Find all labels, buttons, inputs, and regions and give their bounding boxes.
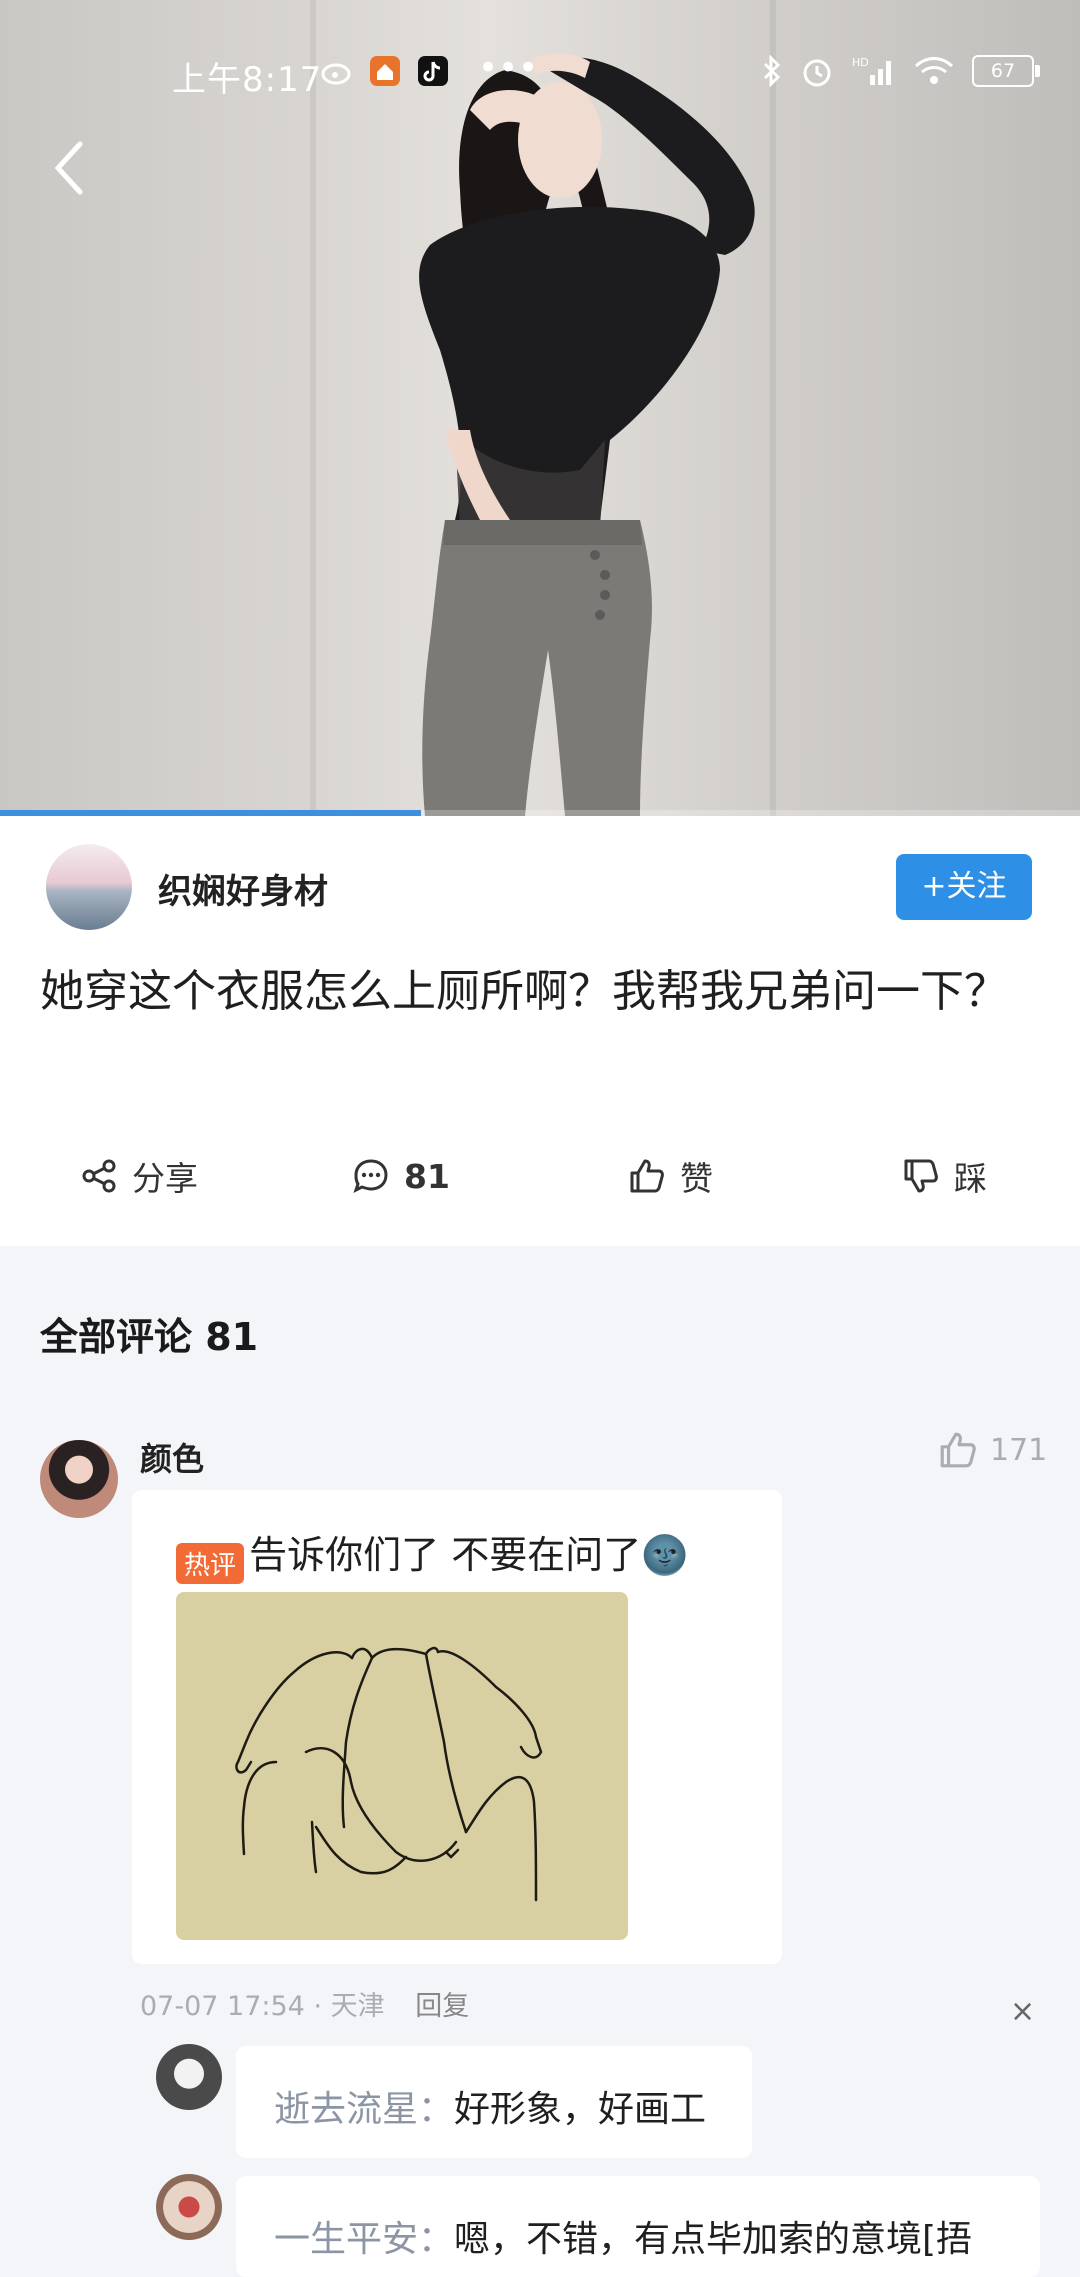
tiktok-icon	[418, 56, 448, 86]
bluetooth-icon	[763, 55, 781, 87]
reply-text: 好形象，好画工	[454, 2089, 707, 2130]
alarm-icon	[803, 59, 831, 87]
comment-like-button[interactable]: 171	[938, 1430, 1047, 1470]
comment-meta: 07-07 17:54 · 天津 回复	[140, 1984, 469, 2023]
like-label: 赞	[680, 1159, 713, 1198]
comment-icon	[353, 1159, 388, 1193]
signal-icon: HD	[852, 56, 891, 85]
reply-author: 一生平安：	[274, 2219, 455, 2260]
status-time: 上午8:17	[172, 60, 323, 100]
reply-content: 一生平安：嗯，不错，有点毕加索的意境[捂	[274, 2210, 972, 2262]
hot-comment-tag: 热评	[176, 1543, 245, 1584]
like-button[interactable]: 赞	[628, 1140, 713, 1212]
reply-text: 嗯，不错，有点毕加索的意境[捂	[454, 2219, 973, 2260]
weibo-icon	[321, 63, 351, 85]
comment-sketch-image	[235, 1646, 543, 1902]
comment-count: 81	[404, 1156, 450, 1196]
comment-image[interactable]	[176, 1592, 628, 1940]
close-icon[interactable]: ×	[1010, 1994, 1035, 2029]
more-notifications-icon: •••	[478, 48, 539, 88]
comment-text: 告诉你们了 不要在问了🌚	[249, 1533, 689, 1577]
comment-date: 07-07 17:54	[140, 1991, 305, 2022]
status-right: HD 67	[762, 54, 1040, 88]
back-arrow-icon[interactable]	[48, 138, 88, 198]
reply-content: 逝去流星：好形象，好画工	[274, 2080, 706, 2132]
post-actions-bar: 分享 81 赞 踩	[0, 1140, 1080, 1212]
battery-icon: 67	[972, 55, 1040, 87]
reply-author: 逝去流星：	[274, 2089, 455, 2130]
network-label: HD	[852, 56, 869, 69]
reply-avatar[interactable]	[156, 2174, 222, 2240]
video-frame-figure	[419, 53, 755, 816]
dislike-button[interactable]: 踩	[902, 1140, 987, 1212]
comment-location: 天津	[330, 1991, 385, 2022]
meta-separator: ·	[313, 1991, 323, 2022]
thumbs-up-icon	[630, 1159, 664, 1193]
commenter-avatar[interactable]	[40, 1440, 118, 1518]
share-label: 分享	[132, 1159, 198, 1198]
home-icon	[370, 56, 400, 86]
dislike-label: 踩	[954, 1159, 987, 1198]
reply-avatar[interactable]	[156, 2044, 222, 2110]
commenter-name[interactable]: 颜色	[140, 1434, 204, 1480]
reply-item[interactable]: 逝去流星：好形象，好画工	[236, 2046, 752, 2158]
reply-button[interactable]: 回复	[415, 1991, 469, 2022]
thumbs-up-icon	[940, 1432, 976, 1468]
thumbs-down-icon	[904, 1159, 938, 1193]
author-name[interactable]: 织娴好身材	[158, 864, 328, 913]
follow-button[interactable]: +关注	[896, 854, 1032, 920]
share-button[interactable]: 分享	[80, 1140, 198, 1212]
author-avatar[interactable]	[46, 844, 132, 930]
comment-body: 热评 告诉你们了 不要在问了🌚	[176, 1524, 689, 1584]
comment-button[interactable]: 81	[352, 1140, 450, 1212]
comment-like-count: 171	[990, 1432, 1048, 1468]
reply-item[interactable]: 一生平安：嗯，不错，有点毕加索的意境[捂	[236, 2176, 1040, 2277]
wifi-icon	[914, 57, 954, 84]
comment-bubble: 热评 告诉你们了 不要在问了🌚	[132, 1490, 782, 1964]
post-text: 她穿这个衣服怎么上厕所啊？我帮我兄弟问一下？	[40, 966, 1008, 1017]
share-icon	[82, 1159, 116, 1193]
comments-heading: 全部评论 81	[40, 1315, 259, 1359]
status-bar: 上午8:17 ••• HD 67	[0, 40, 1080, 110]
post-card: 织娴好身材 +关注 她穿这个衣服怎么上厕所啊？我帮我兄弟问一下？ 分享 81 赞	[0, 816, 1080, 1246]
video-player[interactable]: 上午8:17 ••• HD 67	[0, 0, 1080, 816]
